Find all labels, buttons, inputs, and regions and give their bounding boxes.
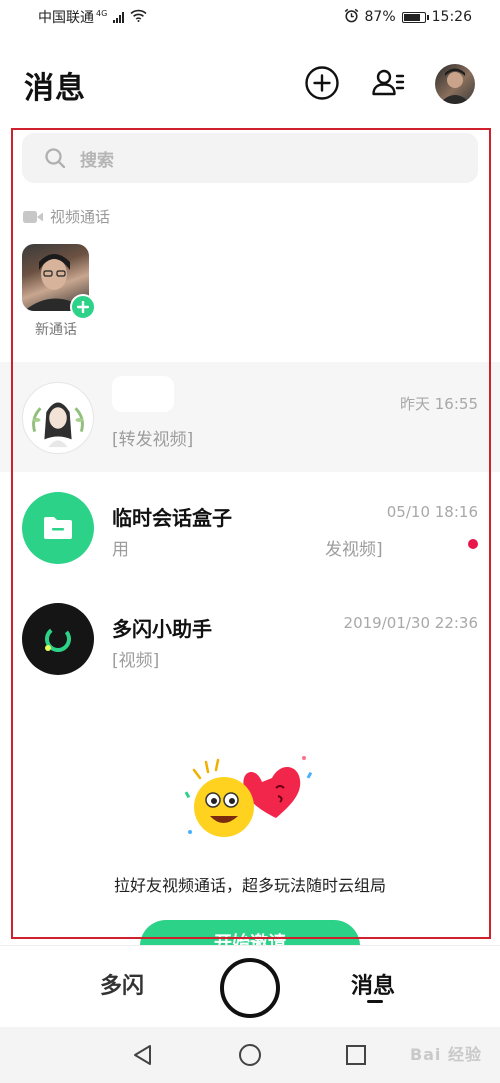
conversation-preview: 用 发视频] bbox=[112, 535, 383, 560]
page-title: 消息 bbox=[24, 71, 86, 106]
video-camera-icon bbox=[23, 210, 43, 224]
video-call-section-label: 视频通话 bbox=[23, 206, 110, 227]
status-right: 87% 15:26 bbox=[344, 8, 472, 27]
conversation-preview: [视频] bbox=[112, 651, 160, 671]
plus-icon bbox=[70, 294, 96, 320]
wifi-icon bbox=[130, 9, 147, 26]
plus-circle-icon bbox=[305, 66, 339, 100]
search-input[interactable]: 搜索 bbox=[22, 133, 478, 183]
home-icon[interactable] bbox=[238, 1043, 262, 1067]
active-tab-indicator bbox=[367, 1000, 383, 1003]
network-type: 4G bbox=[96, 8, 108, 18]
conversation-time: 2019/01/30 22:36 bbox=[343, 614, 478, 632]
battery-percent: 87% bbox=[364, 9, 396, 25]
preview-start: 用 bbox=[112, 540, 129, 560]
folder-icon bbox=[22, 492, 94, 564]
contacts-icon bbox=[372, 69, 405, 96]
recents-icon[interactable] bbox=[344, 1043, 368, 1067]
conversation-time: 05/10 18:16 bbox=[386, 503, 478, 521]
conversation-row[interactable]: 昨天 16:55 [转发视频] bbox=[0, 362, 500, 472]
search-icon bbox=[45, 148, 66, 169]
status-left: 中国联通 4G bbox=[38, 7, 147, 27]
signal-icon bbox=[113, 11, 125, 23]
status-bar: 中国联通 4G 87% 15:26 bbox=[0, 0, 500, 34]
duoshan-logo-icon bbox=[22, 603, 94, 675]
header: 消息 bbox=[0, 55, 500, 113]
camera-button[interactable] bbox=[220, 958, 280, 1018]
emoji-illustration bbox=[180, 752, 320, 847]
video-call-label: 视频通话 bbox=[50, 208, 111, 226]
conversation-preview: [转发视频] bbox=[112, 430, 194, 450]
profile-avatar[interactable] bbox=[435, 64, 475, 104]
conversation-row[interactable]: 临时会话盒子 05/10 18:16 用 发视频] bbox=[0, 472, 500, 582]
conversation-row[interactable]: 多闪小助手 2019/01/30 22:36 [视频] bbox=[0, 583, 500, 693]
contacts-button[interactable] bbox=[370, 65, 406, 101]
add-button[interactable] bbox=[304, 65, 340, 101]
new-call-label: 新通话 bbox=[35, 322, 77, 338]
search-placeholder: 搜索 bbox=[80, 150, 114, 171]
clock: 15:26 bbox=[431, 9, 472, 25]
new-call-button[interactable]: 新通话 bbox=[22, 244, 96, 339]
contact-avatar bbox=[22, 382, 94, 454]
carrier-name: 中国联通 bbox=[38, 10, 94, 26]
battery-icon bbox=[401, 11, 429, 23]
preview-end: 发视频] bbox=[325, 540, 383, 560]
watermark: Bai 经验 bbox=[409, 1045, 482, 1064]
tab-duoshan[interactable]: 多闪 bbox=[100, 968, 144, 1000]
redacted-name bbox=[112, 376, 174, 412]
conversation-name: 多闪小助手 bbox=[112, 617, 212, 641]
conversation-time: 昨天 16:55 bbox=[400, 395, 478, 413]
back-icon[interactable] bbox=[131, 1043, 155, 1067]
conversation-name: 临时会话盒子 bbox=[112, 506, 232, 530]
alarm-icon bbox=[344, 8, 359, 27]
system-nav-bar: Bai 经验 bbox=[0, 1027, 500, 1083]
promo-text: 拉好友视频通话，超多玩法随时云组局 bbox=[113, 876, 386, 895]
tab-messages[interactable]: 消息 bbox=[351, 968, 395, 1000]
unread-dot bbox=[468, 539, 478, 549]
bottom-nav: 多闪 消息 bbox=[0, 945, 500, 1027]
